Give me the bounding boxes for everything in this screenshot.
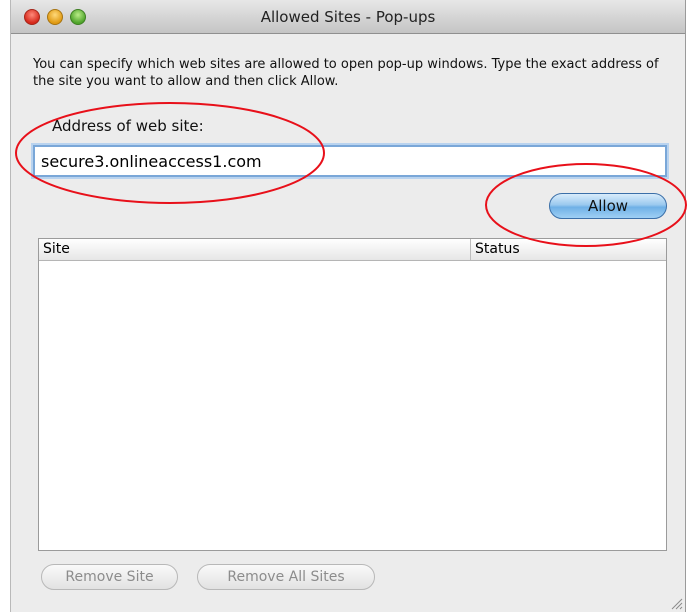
window-title: Allowed Sites - Pop-ups: [260, 8, 436, 26]
allow-button[interactable]: Allow: [549, 193, 667, 219]
allowed-sites-window: Allowed Sites - Pop-ups You can specify …: [10, 0, 686, 612]
allowed-sites-table[interactable]: Site Status: [38, 238, 667, 551]
table-header: Site Status: [39, 239, 666, 261]
remove-all-sites-button[interactable]: Remove All Sites: [197, 564, 375, 590]
column-header-site[interactable]: Site: [39, 239, 471, 260]
address-input[interactable]: [33, 145, 667, 177]
column-header-status[interactable]: Status: [471, 239, 524, 264]
title-bar[interactable]: Allowed Sites - Pop-ups: [11, 0, 685, 34]
description-text: You can specify which web sites are allo…: [33, 57, 659, 89]
resize-grip-icon[interactable]: [669, 596, 683, 610]
address-label: Address of web site:: [52, 117, 204, 135]
remove-site-button[interactable]: Remove Site: [41, 564, 178, 590]
